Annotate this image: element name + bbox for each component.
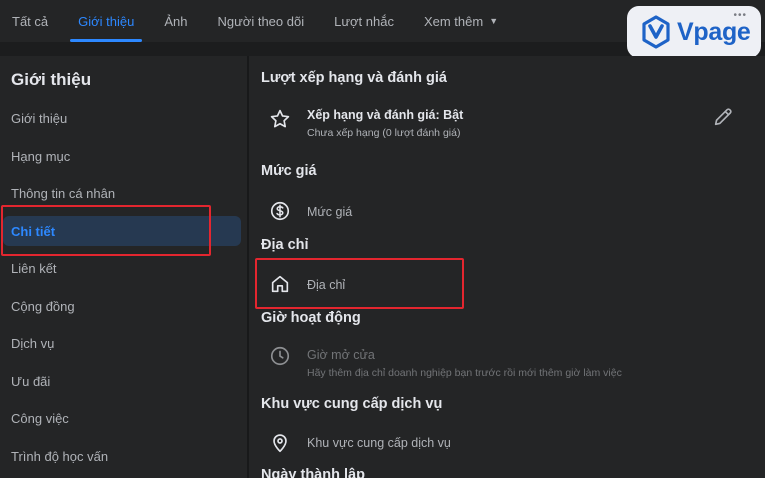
sidebar-item-label: Giới thiệu	[11, 110, 68, 126]
tab-about[interactable]: Giới thiệu	[70, 0, 143, 42]
section-title-hours: Giờ hoạt động	[261, 310, 361, 326]
section-title-price: Mức giá	[261, 163, 317, 179]
opening-hours-label: Giờ mở cửa	[307, 348, 375, 362]
tab-label: Người theo dõi	[217, 13, 305, 29]
sidebar-item-offers[interactable]: Ưu đãi	[3, 366, 241, 396]
sidebar-item-links[interactable]: Liên kết	[3, 253, 241, 283]
ratings-count-text: Chưa xếp hạng (0 lượt đánh giá)	[307, 127, 461, 139]
tab-label: Lượt nhắc	[334, 13, 394, 29]
vpage-logo-mark	[642, 15, 670, 49]
sidebar-title: Giới thiệu	[11, 70, 92, 89]
star-icon	[269, 108, 291, 130]
sidebar-item-label: Liên kết	[11, 260, 57, 276]
about-sidebar: Giới thiệu Giới thiệu Hạng mục Thông tin…	[0, 56, 247, 478]
section-title-address: Địa chỉ	[261, 237, 309, 253]
edit-pencil-icon[interactable]	[712, 106, 736, 130]
sidebar-item-label: Trình độ học vấn	[11, 448, 109, 464]
caret-down-icon: ▼	[489, 16, 499, 26]
tab-photos[interactable]: Ảnh	[156, 0, 195, 42]
tab-label: Tất cả	[12, 13, 49, 29]
more-dots-icon[interactable]: •••	[733, 10, 747, 21]
address-label[interactable]: Địa chỉ	[307, 278, 345, 292]
sidebar-item-community[interactable]: Cộng đồng	[3, 291, 241, 321]
tab-label: Ảnh	[164, 13, 188, 29]
sidebar-item-personal-info[interactable]: Thông tin cá nhân	[3, 178, 241, 208]
sidebar-item-label: Dịch vụ	[11, 335, 55, 351]
section-title-founded: Ngày thành lập	[261, 467, 365, 478]
tab-more[interactable]: Xem thêm ▼	[416, 0, 506, 42]
sidebar-item-about[interactable]: Giới thiệu	[3, 103, 241, 133]
sidebar-item-label: Chi tiết	[11, 223, 56, 239]
sidebar-item-details[interactable]: Chi tiết	[3, 216, 241, 246]
sidebar-item-label: Ưu đãi	[11, 373, 51, 389]
details-panel: Lượt xếp hạng và đánh giá Xếp hạng và đá…	[249, 56, 765, 478]
price-label[interactable]: Mức giá	[307, 205, 352, 219]
section-title-ratings: Lượt xếp hạng và đánh giá	[261, 70, 447, 86]
sidebar-item-label: Công việc	[11, 410, 69, 426]
sidebar-item-education[interactable]: Trình độ học vấn	[3, 441, 241, 471]
tab-followers[interactable]: Người theo dõi	[209, 0, 312, 42]
dollar-circle-icon	[269, 200, 291, 222]
sidebar-item-label: Cộng đồng	[11, 298, 75, 314]
clock-icon	[269, 345, 291, 367]
sidebar-item-category[interactable]: Hạng mục	[3, 141, 241, 171]
tab-all[interactable]: Tất cả	[4, 0, 56, 42]
tab-label: Giới thiệu	[78, 13, 135, 29]
tab-label: Xem thêm	[423, 13, 484, 29]
sidebar-item-jobs[interactable]: Công việc	[3, 403, 241, 433]
logo-text: Vpage	[677, 17, 751, 46]
location-pin-icon	[269, 432, 291, 454]
ratings-status-label: Xếp hạng và đánh giá: Bật	[307, 108, 464, 122]
section-title-service-area: Khu vực cung cấp dịch vụ	[261, 396, 443, 412]
service-area-label[interactable]: Khu vực cung cấp dịch vụ	[307, 436, 451, 450]
sidebar-item-label: Thông tin cá nhân	[11, 185, 116, 201]
sidebar-item-label: Hạng mục	[11, 148, 71, 164]
home-icon	[269, 273, 291, 295]
vpage-logo: Vpage •••	[627, 6, 761, 58]
opening-hours-hint: Hãy thêm địa chỉ doanh nghiệp bạn trước …	[307, 367, 622, 379]
sidebar-item-services[interactable]: Dịch vụ	[3, 328, 241, 358]
tab-mentions[interactable]: Lượt nhắc	[326, 0, 402, 42]
